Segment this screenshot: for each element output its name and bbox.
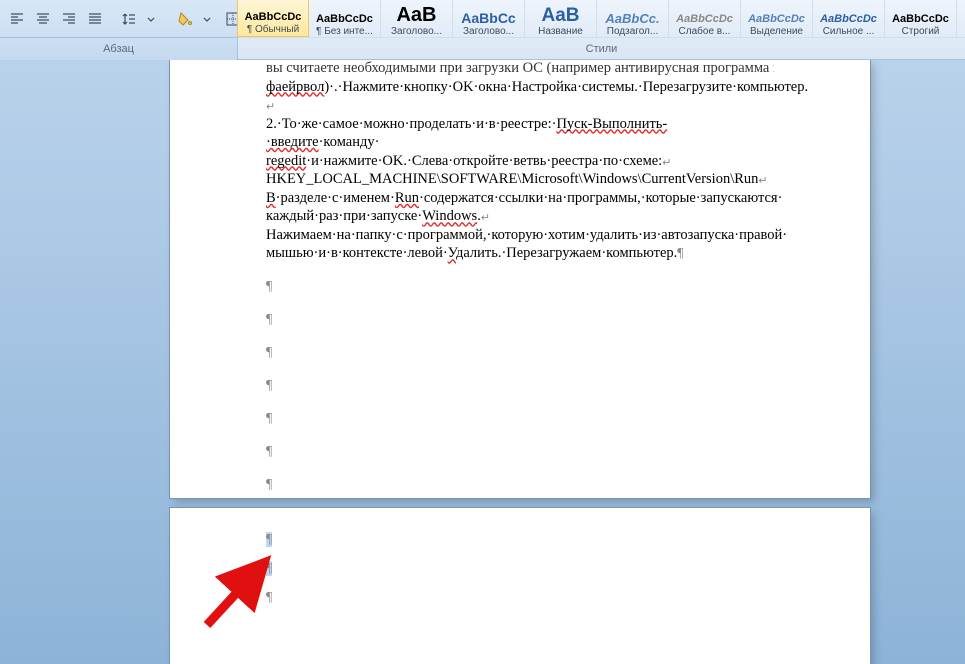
text-line: каждый·раз·при·запуске·Windows.↵ <box>266 207 774 226</box>
style-preview: AaBbCcDc <box>316 14 373 25</box>
empty-paragraph: ¶ <box>266 310 774 329</box>
pilcrow-icon: ¶ <box>266 411 272 426</box>
shading-dropdown[interactable] <box>196 8 218 30</box>
empty-paragraph: ¶ <box>266 442 774 461</box>
style-preview: AaBbCcDc <box>892 14 949 25</box>
text-line: фаейрвол)·.·Нажмите·кнопку·OK·окна·Настр… <box>266 78 774 115</box>
pilcrow-icon: ¶ <box>677 246 683 261</box>
style-preview: AaBbCc <box>461 11 515 25</box>
style-caption: Слабое в... <box>671 26 738 37</box>
empty-paragraph: ¶ <box>266 343 774 362</box>
style-caption: Выделение <box>743 26 810 37</box>
document-canvas[interactable]: вы считаете необходимыми при загрузки ОС… <box>0 60 965 664</box>
text-line: HKEY_LOCAL_MACHINE\SOFTWARE\Microsoft\Wi… <box>266 170 774 189</box>
page-1: вы считаете необходимыми при загрузки ОС… <box>170 60 870 498</box>
style-item-6[interactable]: AaBbCcDcСлабое в... <box>669 0 741 38</box>
empty-paragraph: ¶ <box>266 376 774 395</box>
style-item-2[interactable]: AaBЗаголово... <box>381 0 453 38</box>
text-line: 2.·То·же·самое·можно·проделать·и·в·реест… <box>266 115 774 152</box>
style-item-4[interactable]: AaBНазвание <box>525 0 597 38</box>
text-line: вы считаете необходимыми при загрузки ОС… <box>266 60 774 78</box>
empty-paragraph: ¶ <box>266 588 774 607</box>
style-item-3[interactable]: AaBbCcЗаголово... <box>453 0 525 38</box>
style-item-0[interactable]: AaBbCcDc¶ Обычный <box>237 0 309 37</box>
style-item-5[interactable]: AaBbCc.Подзагол... <box>597 0 669 38</box>
paragraph-group: Абзац <box>0 0 238 60</box>
style-preview: AaBbCcDc <box>748 14 805 25</box>
line-break-mark: ↵ <box>758 174 767 188</box>
style-caption: ¶ Без инте... <box>311 26 378 37</box>
styles-group: AaBbCcDc¶ ОбычныйAaBbCcDc¶ Без инте...Aa… <box>238 0 965 60</box>
style-caption: Заголово... <box>383 26 450 37</box>
pilcrow-icon: ¶ <box>266 444 272 459</box>
pilcrow-icon: ¶ <box>266 590 272 605</box>
style-preview: AaBbCcDc <box>245 12 302 23</box>
pilcrow-icon: ¶ <box>266 345 272 360</box>
style-caption: ¶ Обычный <box>240 24 306 35</box>
pilcrow-icon: ¶ <box>266 477 272 492</box>
pilcrow-icon: ¶ <box>266 312 272 327</box>
empty-paragraph: ¶ <box>266 409 774 428</box>
paragraph-group-label: Абзац <box>0 38 237 60</box>
page-2: ¶ ¶ ¶ <box>170 508 870 664</box>
pilcrow-icon: ¶ <box>266 561 272 576</box>
style-item-7[interactable]: AaBbCcDcВыделение <box>741 0 813 38</box>
text-line: В·разделе·с·именем·Run·содержатся·ссылки… <box>266 189 774 208</box>
style-item-9[interactable]: AaBbCcDcСтрогий <box>885 0 957 38</box>
empty-paragraph: ¶ <box>266 475 774 494</box>
style-item-8[interactable]: AaBbCcDcСильное ... <box>813 0 885 38</box>
style-caption: Подзагол... <box>599 26 666 37</box>
line-spacing-dropdown[interactable] <box>140 8 162 30</box>
text-line: мышью·и·в·контексте·левой·Удалить.·Перез… <box>266 244 774 263</box>
style-preview: AaBbCcDc <box>676 14 733 25</box>
empty-paragraph-selected: ¶ <box>266 530 774 549</box>
style-preview: AaB <box>541 6 579 25</box>
empty-paragraph: ¶ <box>266 277 774 296</box>
align-right-button[interactable] <box>58 8 80 30</box>
line-break-mark: ↵ <box>662 156 671 170</box>
style-caption: Название <box>527 26 594 37</box>
style-preview: AaBbCc. <box>605 12 659 25</box>
align-center-button[interactable] <box>32 8 54 30</box>
style-item-1[interactable]: AaBbCcDc¶ Без инте... <box>309 0 381 38</box>
text-line: regedit·и·нажмите·OK.·Слева·откройте·вет… <box>266 152 774 171</box>
text-line: Нажимаем·на·папку·с·программой,·которую·… <box>266 226 774 245</box>
empty-paragraph-selected: ¶ <box>266 559 774 578</box>
line-spacing-button[interactable] <box>118 8 140 30</box>
pilcrow-icon: ¶ <box>266 378 272 393</box>
style-preview: AaB <box>396 5 436 25</box>
style-preview: AaBbCcDc <box>820 14 877 25</box>
style-caption: Строгий <box>887 26 954 37</box>
style-caption: Сильное ... <box>815 26 882 37</box>
style-caption: Заголово... <box>455 26 522 37</box>
align-justify-button[interactable] <box>84 8 106 30</box>
pilcrow-icon: ¶ <box>266 532 272 547</box>
styles-group-label: Стили <box>238 38 965 60</box>
line-break-mark: ↵ <box>481 211 490 225</box>
line-break-mark: ↵ <box>266 100 275 114</box>
pilcrow-icon: ¶ <box>266 279 272 294</box>
styles-gallery[interactable]: AaBbCcDc¶ ОбычныйAaBbCcDc¶ Без инте...Aa… <box>238 0 965 38</box>
align-left-button[interactable] <box>6 8 28 30</box>
shading-button[interactable] <box>174 8 196 30</box>
